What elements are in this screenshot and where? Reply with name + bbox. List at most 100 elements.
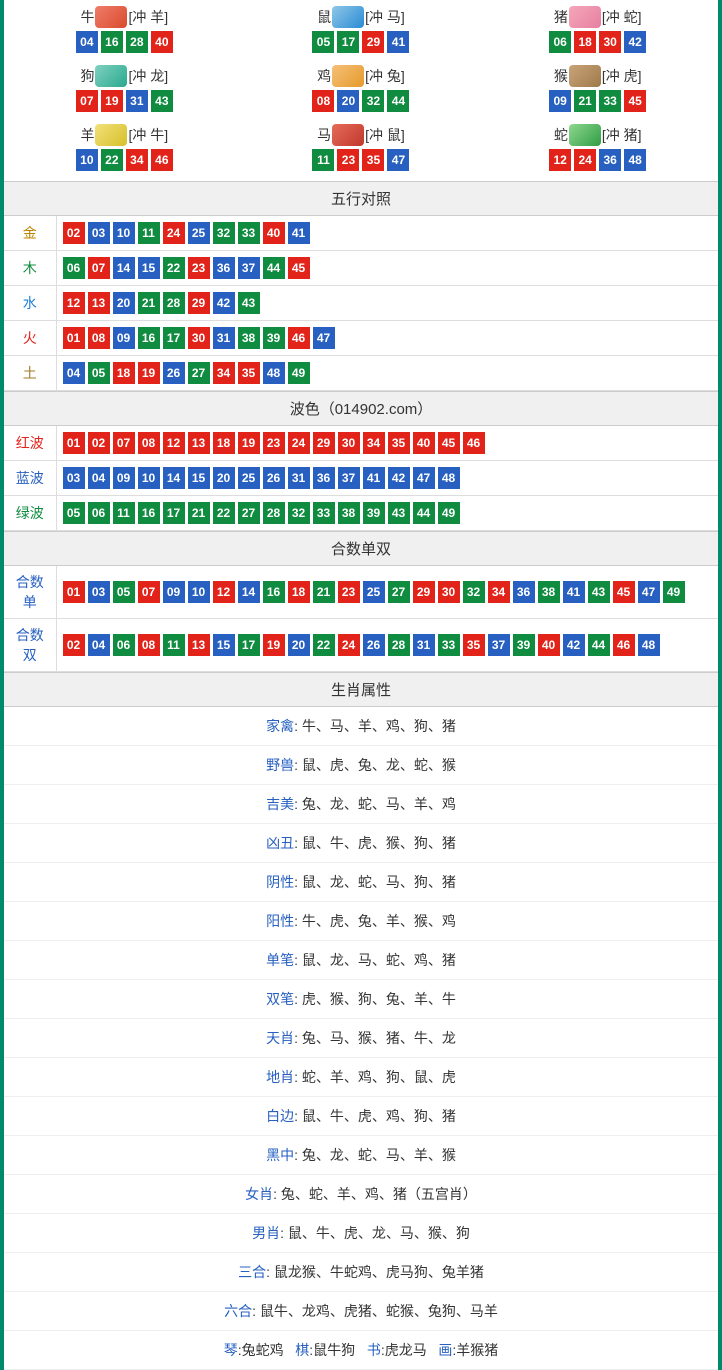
row-balls: 0108091617303138394647 — [56, 321, 718, 356]
attr-label: 女肖 — [245, 1186, 273, 1202]
zodiac-numbers: 10223446 — [8, 149, 241, 171]
zodiac-numbers: 06183042 — [481, 31, 714, 53]
attr-row: 女肖: 兔、蛇、羊、鸡、猪（五宫肖） — [4, 1175, 718, 1214]
table-row: 合数双0204060811131517192022242628313335373… — [4, 619, 718, 672]
number-ball: 07 — [138, 581, 160, 603]
number-ball: 03 — [63, 467, 85, 489]
number-ball: 48 — [438, 467, 460, 489]
zodiac-name: 鸡 — [317, 66, 331, 86]
attr-cell: 阴性: 鼠、龙、蛇、马、狗、猪 — [4, 863, 718, 902]
number-ball: 20 — [113, 292, 135, 314]
number-ball: 39 — [263, 327, 285, 349]
table-row: 木06071415222336374445 — [4, 251, 718, 286]
number-ball: 41 — [363, 467, 385, 489]
zodiac-title-row: 鸡[冲 兔] — [245, 65, 478, 87]
attr-row: 六合: 鼠牛、龙鸡、虎猪、蛇猴、兔狗、马羊 — [4, 1292, 718, 1331]
number-ball: 32 — [463, 581, 485, 603]
number-ball: 24 — [574, 149, 596, 171]
number-ball: 30 — [438, 581, 460, 603]
number-ball: 39 — [363, 502, 385, 524]
attr-label: 男肖 — [252, 1225, 280, 1241]
attr-row: 凶丑: 鼠、牛、虎、猴、狗、猪 — [4, 824, 718, 863]
number-ball: 09 — [549, 90, 571, 112]
number-ball: 11 — [163, 634, 185, 656]
number-ball: 21 — [188, 502, 210, 524]
section-header-shuxing: 生肖属性 — [4, 672, 718, 707]
zodiac-numbers: 11233547 — [245, 149, 478, 171]
number-ball: 12 — [213, 581, 235, 603]
row-balls: 0103050709101214161821232527293032343638… — [56, 566, 718, 619]
number-ball: 23 — [338, 581, 360, 603]
zodiac-title-row: 牛[冲 羊] — [8, 6, 241, 28]
attr-cell: 女肖: 兔、蛇、羊、鸡、猪（五宫肖） — [4, 1175, 718, 1214]
number-ball: 33 — [238, 222, 260, 244]
row-label: 土 — [4, 356, 56, 391]
number-ball: 13 — [188, 432, 210, 454]
number-ball: 09 — [113, 467, 135, 489]
row-label: 红波 — [4, 426, 56, 461]
number-ball: 36 — [213, 257, 235, 279]
zodiac-icon — [95, 65, 127, 87]
number-ball: 06 — [88, 502, 110, 524]
number-ball: 33 — [438, 634, 460, 656]
number-ball: 33 — [599, 90, 621, 112]
number-ball: 18 — [213, 432, 235, 454]
attr-row: 野兽: 鼠、虎、兔、龙、蛇、猴 — [4, 746, 718, 785]
number-ball: 28 — [163, 292, 185, 314]
attr-value: 虎、猴、狗、兔、羊、牛 — [302, 991, 456, 1007]
attr-label: 家禽 — [266, 718, 294, 734]
attr-label: 三合 — [238, 1264, 266, 1280]
number-ball: 32 — [213, 222, 235, 244]
heshu-table: 合数单0103050709101214161821232527293032343… — [4, 566, 718, 672]
table-row: 水1213202128294243 — [4, 286, 718, 321]
number-ball: 49 — [438, 502, 460, 524]
row-label: 金 — [4, 216, 56, 251]
zodiac-opposition: [冲 马] — [365, 7, 405, 27]
number-ball: 04 — [76, 31, 98, 53]
attr-cell: 白边: 鼠、牛、虎、鸡、狗、猪 — [4, 1097, 718, 1136]
number-ball: 02 — [63, 222, 85, 244]
qqsh-cell: 琴:兔蛇鸡 棋:鼠牛狗 书:虎龙马 画:羊猴猪 — [4, 1331, 718, 1370]
attr-label: 六合 — [224, 1303, 252, 1319]
number-ball: 09 — [113, 327, 135, 349]
zodiac-name: 猴 — [554, 66, 568, 86]
number-ball: 15 — [188, 467, 210, 489]
attr-value: 鼠、虎、兔、龙、蛇、猴 — [302, 757, 456, 773]
zodiac-opposition: [冲 羊] — [128, 7, 168, 27]
zodiac-numbers: 09213345 — [481, 90, 714, 112]
attr-cell: 家禽: 牛、马、羊、鸡、狗、猪 — [4, 707, 718, 746]
number-ball: 45 — [288, 257, 310, 279]
table-row: 绿波05061116172122272832333839434449 — [4, 496, 718, 531]
attr-cell: 天肖: 兔、马、猴、猪、牛、龙 — [4, 1019, 718, 1058]
number-ball: 47 — [413, 467, 435, 489]
number-ball: 24 — [163, 222, 185, 244]
attr-label: 双笔 — [266, 991, 294, 1007]
number-ball: 34 — [213, 362, 235, 384]
zodiac-cell: 鼠[冲 马] 05172941 — [245, 4, 478, 59]
attr-value: 牛、虎、兔、羊、猴、鸡 — [302, 913, 456, 929]
qqsh-key: 棋 — [295, 1342, 309, 1358]
zodiac-title-row: 羊[冲 牛] — [8, 124, 241, 146]
number-ball: 10 — [76, 149, 98, 171]
number-ball: 25 — [363, 581, 385, 603]
attr-value: 兔、龙、蛇、马、羊、猴 — [302, 1147, 456, 1163]
number-ball: 17 — [163, 502, 185, 524]
number-ball: 09 — [163, 581, 185, 603]
attrs-table: 家禽: 牛、马、羊、鸡、狗、猪野兽: 鼠、虎、兔、龙、蛇、猴吉美: 兔、龙、蛇、… — [4, 707, 718, 1331]
zodiac-title-row: 鼠[冲 马] — [245, 6, 478, 28]
qqsh-key: 书 — [367, 1342, 381, 1358]
attr-value: 蛇、羊、鸡、狗、鼠、虎 — [302, 1069, 456, 1085]
number-ball: 28 — [126, 31, 148, 53]
zodiac-numbers: 05172941 — [245, 31, 478, 53]
number-ball: 22 — [313, 634, 335, 656]
section-header-heshu: 合数单双 — [4, 531, 718, 566]
number-ball: 30 — [338, 432, 360, 454]
qqsh-value: 羊猴猪 — [456, 1342, 498, 1358]
number-ball: 43 — [151, 90, 173, 112]
zodiac-opposition: [冲 龙] — [128, 66, 168, 86]
number-ball: 22 — [101, 149, 123, 171]
attr-cell: 三合: 鼠龙猴、牛蛇鸡、虎马狗、兔羊猪 — [4, 1253, 718, 1292]
row-balls: 0102070812131819232429303435404546 — [56, 426, 718, 461]
number-ball: 06 — [549, 31, 571, 53]
number-ball: 26 — [163, 362, 185, 384]
